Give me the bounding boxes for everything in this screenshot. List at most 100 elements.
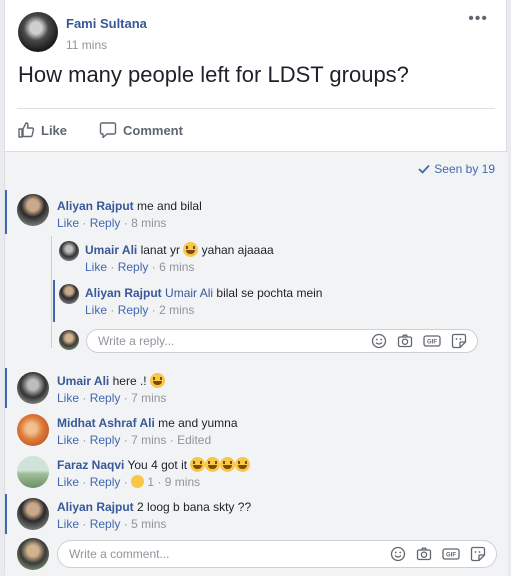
commenter-name[interactable]: Midhat Ashraf Ali bbox=[57, 416, 155, 430]
comment-reply-link[interactable]: Reply bbox=[118, 303, 149, 317]
comment-text: bilal se pochta mein bbox=[216, 286, 323, 300]
comment-time[interactable]: 2 mins bbox=[159, 303, 194, 317]
comment-like-link[interactable]: Like bbox=[57, 391, 79, 405]
comment-reply-link[interactable]: Reply bbox=[90, 475, 121, 489]
commenter-name[interactable]: Aliyan Rajput bbox=[57, 199, 134, 213]
reaction-count[interactable]: 1 bbox=[147, 475, 154, 489]
emoji-icon[interactable] bbox=[371, 333, 387, 349]
comments-section: Seen by 19 Aliyan Rajput me and bilal Li… bbox=[5, 151, 508, 576]
post-text: How many people left for LDST groups? bbox=[18, 62, 409, 87]
seen-by[interactable]: Seen by 19 bbox=[418, 162, 495, 176]
comment-like-link[interactable]: Like bbox=[85, 260, 107, 274]
comment-reply-link[interactable]: Reply bbox=[90, 517, 121, 531]
checkmark-icon bbox=[418, 164, 430, 174]
commenter-avatar[interactable] bbox=[17, 414, 49, 446]
comment-text: here .! bbox=[112, 374, 147, 388]
thread-line bbox=[51, 236, 52, 348]
commenter-avatar[interactable] bbox=[59, 241, 79, 261]
commenter-name[interactable]: Umair Ali bbox=[85, 243, 137, 257]
comment-text: lanat yr bbox=[140, 243, 180, 257]
gif-label: GIF bbox=[427, 340, 437, 346]
comment-like-link[interactable]: Like bbox=[57, 475, 79, 489]
comment-reply-link[interactable]: Reply bbox=[90, 216, 121, 230]
post-header: Fami Sultana 11 mins ••• bbox=[18, 11, 488, 56]
comment-meta: Like · Reply · 7 mins bbox=[57, 391, 167, 405]
comment-reply-link[interactable]: Reply bbox=[118, 260, 149, 274]
comment-like-link[interactable]: Like bbox=[85, 303, 107, 317]
comment-input[interactable]: Write a comment... GIF bbox=[57, 540, 497, 568]
comment-reply-link[interactable]: Reply bbox=[90, 433, 121, 447]
comment: Midhat Ashraf Ali me and yumna Like · Re… bbox=[57, 415, 238, 448]
comment-time[interactable]: 7 mins bbox=[131, 433, 166, 447]
comment: Faraz Naqvi You 4 got it Like · Reply · … bbox=[57, 457, 251, 490]
reply-input-icons: GIF bbox=[371, 333, 467, 349]
commenter-name[interactable]: Aliyan Rajput bbox=[85, 286, 162, 300]
thumbs-up-icon bbox=[18, 122, 35, 138]
comment-text: 2 loog b bana skty ?? bbox=[137, 500, 252, 514]
post-time[interactable]: 11 mins bbox=[66, 38, 107, 52]
comment: Aliyan Rajput 2 loog b bana skty ?? Like… bbox=[57, 499, 251, 532]
comment-time[interactable]: 7 mins bbox=[131, 391, 166, 405]
comment-bubble-icon bbox=[99, 122, 117, 139]
reply-input[interactable]: Write a reply... GIF bbox=[86, 329, 478, 353]
comment-time[interactable]: 6 mins bbox=[159, 260, 194, 274]
comment-time[interactable]: 5 mins bbox=[131, 517, 166, 531]
edited-label[interactable]: Edited bbox=[177, 433, 211, 447]
comment-highlight-bar bbox=[53, 280, 55, 322]
current-user-avatar[interactable] bbox=[59, 330, 79, 350]
commenter-name[interactable]: Aliyan Rajput bbox=[57, 500, 134, 514]
sticker-icon[interactable] bbox=[470, 546, 486, 562]
like-button[interactable]: Like bbox=[17, 119, 67, 141]
author-avatar[interactable] bbox=[18, 12, 58, 52]
commenter-avatar[interactable] bbox=[17, 456, 49, 488]
commenter-name[interactable]: Umair Ali bbox=[57, 374, 109, 388]
sticker-icon[interactable] bbox=[451, 333, 467, 349]
comment-highlight-bar bbox=[5, 190, 7, 234]
seen-by-label: Seen by 19 bbox=[434, 162, 495, 176]
gif-icon[interactable]: GIF bbox=[423, 333, 441, 349]
laughing-emoji-icon bbox=[205, 457, 221, 472]
commenter-name[interactable]: Faraz Naqvi bbox=[57, 458, 124, 472]
laughing-emoji-icon bbox=[190, 457, 206, 472]
commenter-avatar[interactable] bbox=[17, 194, 49, 226]
reply-placeholder: Write a reply... bbox=[98, 334, 175, 348]
comment-reply-link[interactable]: Reply bbox=[90, 391, 121, 405]
gif-icon[interactable]: GIF bbox=[442, 546, 460, 562]
comment-like-link[interactable]: Like bbox=[57, 517, 79, 531]
mention-link[interactable]: Umair Ali bbox=[165, 286, 213, 300]
comment-label: Comment bbox=[123, 122, 183, 138]
commenter-avatar[interactable] bbox=[17, 498, 49, 530]
haha-reaction-icon[interactable] bbox=[131, 475, 145, 488]
camera-icon[interactable] bbox=[416, 546, 432, 562]
current-user-avatar[interactable] bbox=[17, 538, 49, 570]
comment-meta: Like · Reply · 7 mins · Edited bbox=[57, 433, 212, 447]
emoji-icon[interactable] bbox=[390, 546, 406, 562]
comment-like-link[interactable]: Like bbox=[57, 433, 79, 447]
more-options-icon[interactable]: ••• bbox=[468, 11, 488, 27]
camera-icon[interactable] bbox=[397, 333, 413, 349]
reply: Umair Ali lanat yr yahan ajaaaa Like · R… bbox=[85, 242, 274, 275]
reply: Aliyan Rajput Umair Ali bilal se pochta … bbox=[85, 285, 322, 318]
comment-text: You 4 got it bbox=[127, 458, 188, 472]
comment-time[interactable]: 8 mins bbox=[131, 216, 166, 230]
commenter-avatar[interactable] bbox=[59, 284, 79, 304]
post-actions: Like Comment bbox=[17, 119, 487, 141]
comment-meta: Like · Reply · 5 mins bbox=[57, 517, 167, 531]
grinning-emoji-icon bbox=[149, 373, 165, 388]
comment-input-icons: GIF bbox=[390, 546, 486, 562]
comment: Aliyan Rajput me and bilal Like · Reply … bbox=[57, 198, 202, 231]
commenter-avatar[interactable] bbox=[17, 372, 49, 404]
gif-label: GIF bbox=[446, 553, 456, 559]
like-label: Like bbox=[41, 122, 68, 138]
comment-meta: Like · Reply · 8 mins bbox=[57, 216, 167, 230]
grinning-emoji-icon bbox=[183, 242, 199, 257]
comment-time[interactable]: 9 mins bbox=[165, 475, 200, 489]
laughing-emoji-icon bbox=[220, 457, 236, 472]
comment-meta: Like · Reply · 1 · 9 mins bbox=[57, 475, 201, 489]
divider bbox=[17, 108, 495, 109]
comment-button[interactable]: Comment bbox=[99, 119, 183, 141]
comment-meta: Like · Reply · 2 mins bbox=[85, 303, 195, 317]
laughing-emoji-icon bbox=[235, 457, 251, 472]
comment-like-link[interactable]: Like bbox=[57, 216, 79, 230]
author-name[interactable]: Fami Sultana bbox=[66, 16, 147, 31]
